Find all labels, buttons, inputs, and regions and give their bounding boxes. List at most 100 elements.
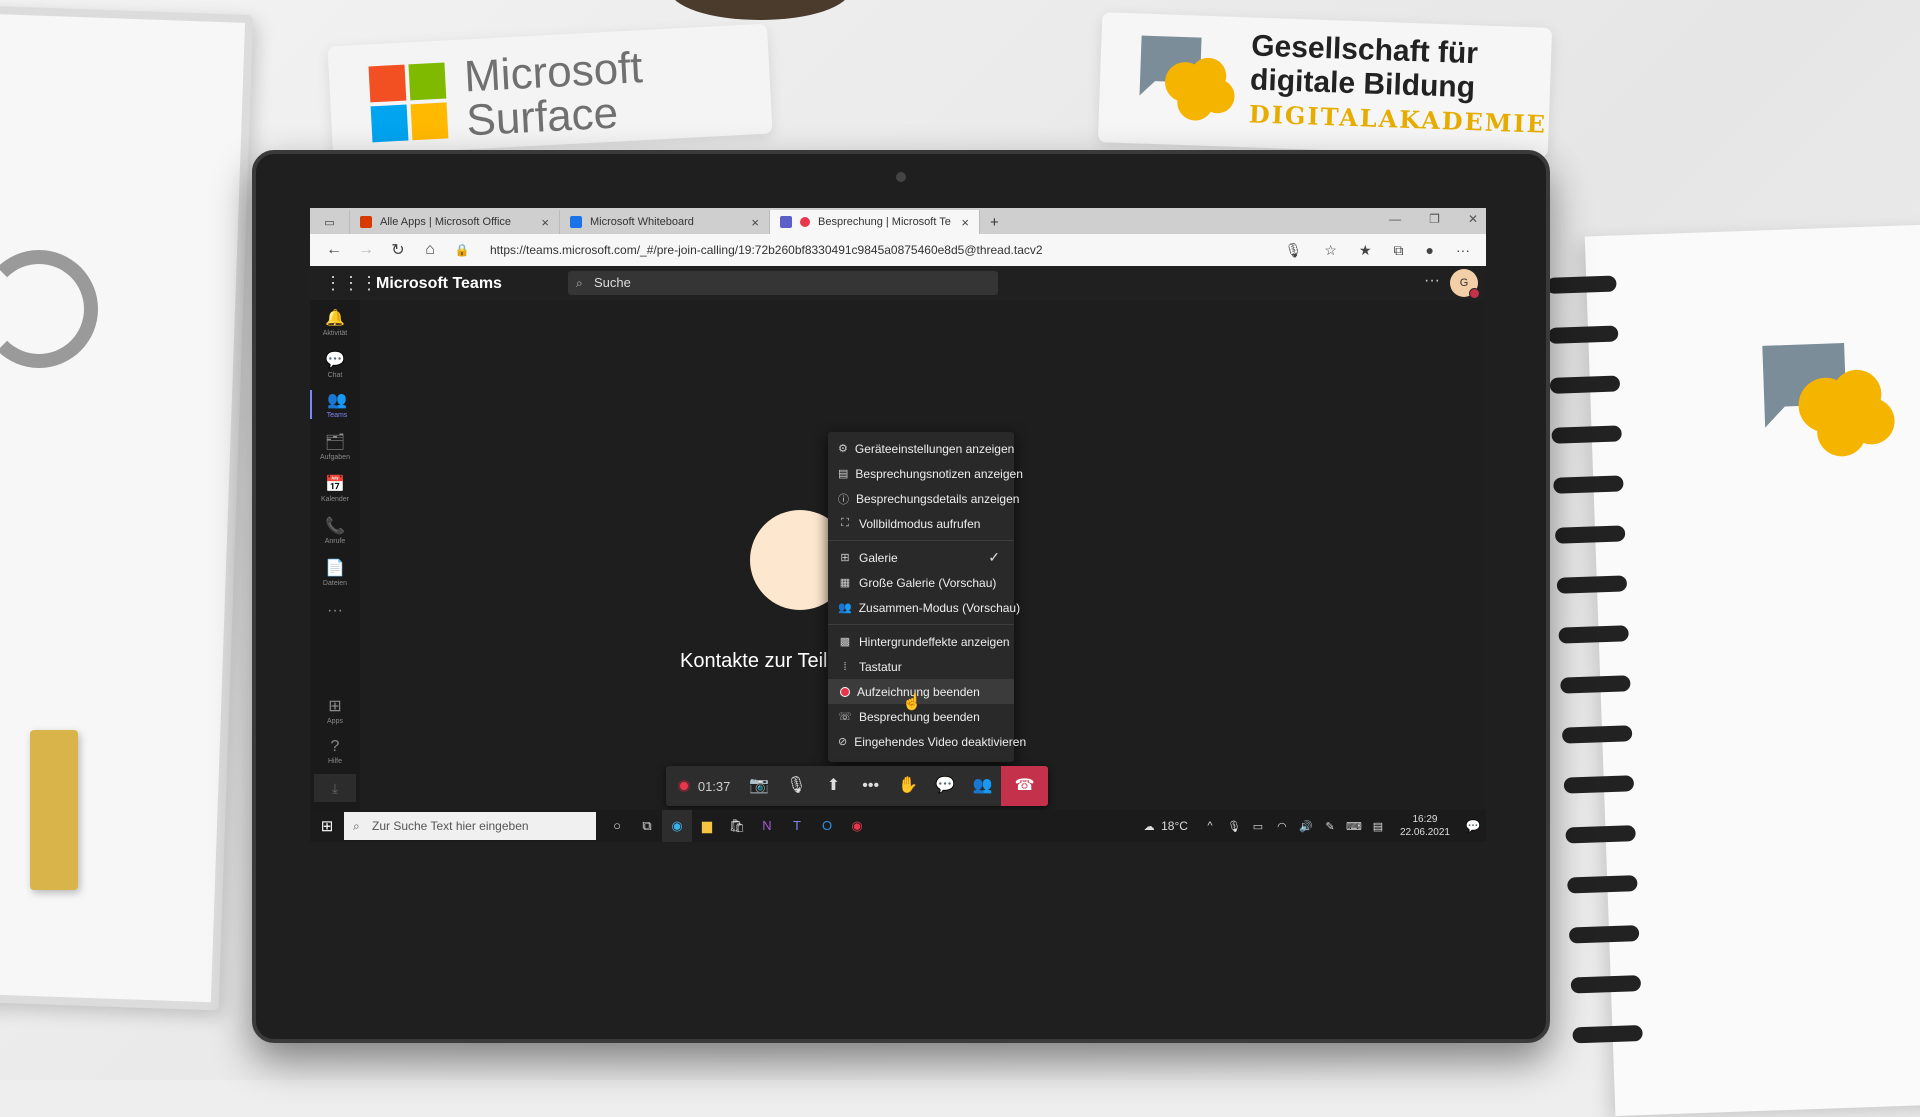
status-busy-icon (1469, 288, 1480, 299)
forward-icon[interactable]: → (350, 241, 382, 259)
minimize-icon[interactable]: — (1389, 212, 1401, 226)
menu-item-large-gallery[interactable]: ▦ Große Galerie (Vorschau) (828, 570, 1014, 595)
tab-actions-icon[interactable]: ▭ (310, 210, 350, 234)
taskbar-search-input[interactable]: ⌕ Zur Suche Text hier eingeben (344, 812, 596, 840)
home-icon[interactable]: ⌂ (414, 241, 446, 259)
temperature[interactable]: 18°C (1161, 819, 1188, 833)
edge-icon[interactable]: ◉ (662, 810, 692, 842)
rail-item-more[interactable]: ··· (310, 602, 360, 620)
menu-item-background-effects[interactable]: ▩ Hintergrundeffekte anzeigen (828, 629, 1014, 654)
browser-tab-active[interactable]: Besprechung | Microsoft Te × (770, 210, 980, 234)
menu-item-together-mode[interactable]: 👥 Zusammen-Modus (Vorschau) (828, 595, 1020, 620)
close-icon[interactable]: × (541, 215, 549, 230)
app-launcher-icon[interactable]: ⋮⋮⋮ (324, 273, 378, 293)
show-hidden-icons-icon[interactable]: ^ (1198, 820, 1222, 832)
keyboard-icon[interactable]: ⌨ (1342, 820, 1366, 833)
task-view-icon[interactable]: ⧉ (632, 810, 662, 842)
share-screen-button[interactable]: ⬆ (815, 766, 852, 806)
browser-menu-icon[interactable]: ··· (1456, 242, 1470, 259)
taskbar-apps: ○ ⧉ ◉ ▆ 🛍 N T O ◉ (602, 810, 872, 842)
gear-icon: ⚙ (838, 443, 848, 455)
back-icon[interactable]: ← (318, 241, 350, 259)
wifi-icon[interactable]: ◠ (1270, 820, 1294, 833)
video-off-icon: ⊘ (838, 736, 848, 748)
microphone-icon[interactable]: 🎙 (1222, 820, 1246, 833)
end-meeting-icon: ☏ (838, 711, 852, 723)
favorites-icon[interactable]: ★ (1359, 242, 1372, 259)
close-icon[interactable]: × (751, 215, 759, 230)
menu-item-disable-incoming-video[interactable]: ⊘ Eingehendes Video deaktivieren (828, 729, 1026, 754)
menu-item-meeting-notes[interactable]: ▤ Besprechungsnotizen anzeigen (828, 461, 1023, 486)
rail-item-apps[interactable]: ⊞ Apps (310, 696, 360, 725)
rail-item-teams[interactable]: 👥 Teams (310, 390, 362, 419)
collections-icon[interactable]: ⧉ (1394, 242, 1404, 259)
notebook-ring (1563, 775, 1635, 794)
url-field[interactable]: https://teams.microsoft.com/_#/pre-join-… (490, 243, 1285, 257)
rail-item-files[interactable]: 📄 Dateien (310, 558, 360, 587)
system-tray: ☁ 18°C ^ 🎙 ▭ ◠ 🔊 ✎ ⌨ ▤ 16:29 22.06.2021 … (1137, 813, 1486, 839)
notification-center-icon[interactable]: 💬 (1460, 819, 1486, 833)
browser-tab[interactable]: Microsoft Whiteboard × (560, 210, 770, 234)
rail-item-chat[interactable]: 💬 Chat (310, 350, 360, 379)
teams-taskbar-icon[interactable]: T (782, 810, 812, 842)
menu-item-label: Große Galerie (Vorschau) (859, 575, 997, 590)
mute-button[interactable]: 🎙 (778, 766, 815, 806)
menu-item-gallery[interactable]: ⊞ Galerie ✓ (828, 545, 1014, 570)
notebook-ring (1551, 425, 1622, 444)
add-favorite-icon[interactable]: ☆ (1324, 242, 1337, 259)
menu-item-label: Tastatur (859, 659, 902, 674)
tab-label: Alle Apps | Microsoft Office (380, 216, 512, 228)
input-indicator-icon[interactable]: ▤ (1366, 820, 1390, 833)
microphone-icon[interactable]: 🎙 (1285, 242, 1303, 259)
more-options-icon[interactable]: ··· (1424, 272, 1440, 290)
camera-off-button[interactable]: 📷 (740, 766, 777, 806)
file-explorer-icon[interactable]: ▆ (692, 810, 722, 842)
raise-hand-button[interactable]: ✋ (889, 766, 926, 806)
cortana-icon[interactable]: ○ (602, 810, 632, 842)
refresh-icon[interactable]: ↻ (382, 240, 414, 260)
menu-item-fullscreen[interactable]: ⛶ Vollbildmodus aufrufen (828, 511, 1014, 536)
volume-icon[interactable]: 🔊 (1294, 820, 1318, 833)
outlook-icon[interactable]: O (812, 810, 842, 842)
notebook-ring (1546, 275, 1617, 294)
start-button[interactable]: ⊞ (310, 817, 344, 835)
store-icon[interactable]: 🛍 (722, 810, 752, 842)
notebook-ring (1558, 625, 1629, 644)
chat-button[interactable]: 💬 (927, 766, 964, 806)
clock-time: 16:29 (1412, 814, 1438, 825)
gdb-logo-icon (1139, 35, 1235, 121)
menu-item-meeting-details[interactable]: ⓘ Besprechungsdetails anzeigen (828, 486, 1019, 511)
weather-icon[interactable]: ☁ (1137, 820, 1161, 833)
hang-up-button[interactable]: ☎ (1001, 766, 1049, 806)
close-window-icon[interactable]: ✕ (1468, 212, 1478, 226)
system-clock[interactable]: 16:29 22.06.2021 (1400, 813, 1450, 839)
browser-toolbar-icons: 🎙 ☆ ★ ⧉ ● ··· (1285, 242, 1486, 259)
maximize-icon[interactable]: ❐ (1429, 212, 1440, 226)
pen-icon[interactable]: ✎ (1318, 820, 1342, 833)
rail-item-calls[interactable]: 📞 Anrufe (310, 516, 360, 545)
windows-taskbar: ⊞ ⌕ Zur Suche Text hier eingeben ○ ⧉ ◉ ▆… (310, 810, 1486, 842)
rail-item-activity[interactable]: 🔔 Aktivität (310, 308, 360, 337)
menu-item-label: Geräteeinstellungen anzeigen (854, 441, 1015, 456)
record-app-icon[interactable]: ◉ (842, 810, 872, 842)
menu-item-keypad[interactable]: ⁞ Tastatur (828, 654, 1014, 679)
avatar[interactable]: G (1450, 269, 1480, 299)
lock-icon[interactable]: 🔒 (446, 243, 478, 257)
search-input[interactable]: ⌕ Suche (568, 271, 998, 295)
browser-tab[interactable]: Alle Apps | Microsoft Office × (350, 210, 560, 234)
more-actions-button[interactable]: ••• (852, 766, 889, 806)
close-icon[interactable]: × (961, 215, 969, 230)
microsoft-logo-icon (368, 62, 449, 143)
rail-item-help[interactable]: ? Hilfe (310, 738, 360, 765)
rail-item-calendar[interactable]: 📅 Kalender (310, 474, 360, 503)
download-app-button[interactable]: ⤓ (314, 774, 356, 802)
participants-button[interactable]: 👥 (964, 766, 1001, 806)
battery-icon[interactable]: ▭ (1246, 820, 1270, 833)
profile-icon[interactable]: ● (1426, 242, 1434, 259)
menu-item-device-settings[interactable]: ⚙ Geräteeinstellungen anzeigen (828, 436, 1014, 461)
rail-item-tasks[interactable]: 🗂 Aufgaben (310, 432, 360, 461)
new-tab-button[interactable]: + (980, 210, 1009, 234)
record-stop-icon (840, 686, 850, 697)
onenote-icon[interactable]: N (752, 810, 782, 842)
more-icon: ··· (327, 602, 343, 619)
